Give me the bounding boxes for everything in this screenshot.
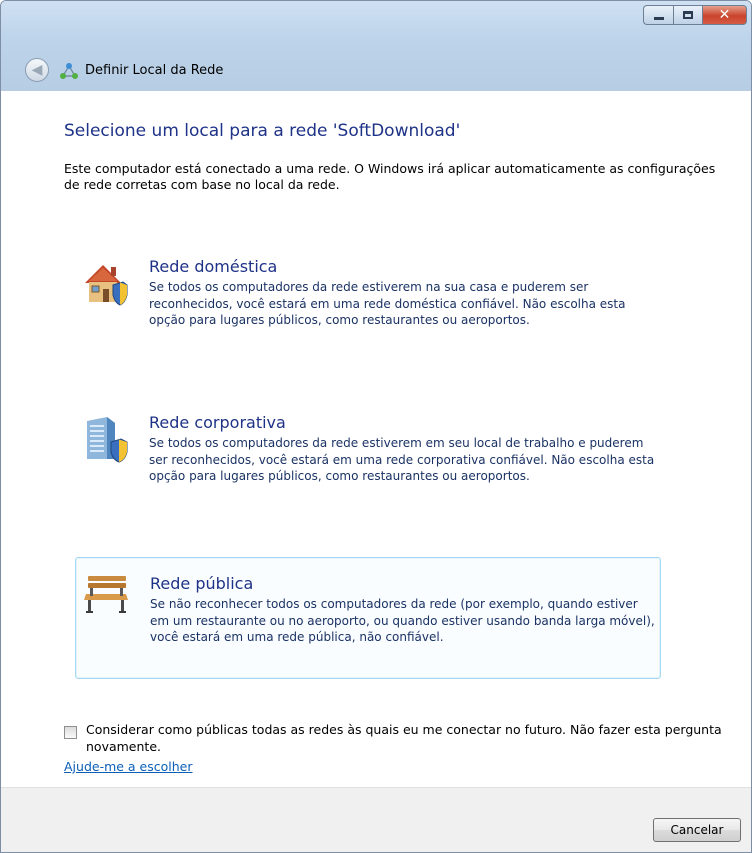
option-work-network[interactable]: Rede corporativa Se todos os computadore… xyxy=(75,411,661,491)
dialog-content: Selecione um local para a rede 'SoftDown… xyxy=(1,91,751,787)
network-icon xyxy=(60,63,78,79)
option-description: Se não reconhecer todos os computadores … xyxy=(150,597,655,644)
close-icon: ✕ xyxy=(718,7,731,23)
cancel-button[interactable]: Cancelar xyxy=(653,818,741,842)
maximize-icon xyxy=(683,11,693,19)
option-home-network[interactable]: Rede doméstica Se todos os computadores … xyxy=(75,255,661,335)
minimize-button[interactable] xyxy=(643,5,673,25)
intro-text: Este computador está conectado a uma red… xyxy=(64,161,716,192)
close-button[interactable]: ✕ xyxy=(703,5,747,25)
park-bench-icon xyxy=(84,576,128,613)
caption-buttons: ✕ xyxy=(643,5,747,25)
option-description: Se todos os computadores da rede estiver… xyxy=(149,436,655,483)
option-description: Se todos os computadores da rede estiver… xyxy=(149,280,626,327)
page-heading: Selecione um local para a rede 'SoftDown… xyxy=(64,121,461,141)
help-me-choose-link[interactable]: Ajude-me a escolher xyxy=(64,759,193,774)
house-icon xyxy=(85,265,128,306)
network-location-dialog: ✕ ◀ Definir Local da Rede Selecione um l… xyxy=(0,0,752,853)
dialog-footer: Cancelar xyxy=(1,787,751,852)
back-arrow-icon: ◀ xyxy=(31,62,43,78)
back-button[interactable]: ◀ xyxy=(25,58,49,82)
office-building-icon xyxy=(87,417,128,463)
option-title: Rede doméstica xyxy=(149,257,278,276)
option-public-network[interactable]: Rede pública Se não reconhecer todos os … xyxy=(75,557,661,679)
option-title: Rede corporativa xyxy=(149,413,286,432)
maximize-button[interactable] xyxy=(673,5,703,25)
window-title: Definir Local da Rede xyxy=(85,63,224,78)
future-networks-checkbox[interactable] xyxy=(64,726,77,739)
option-title: Rede pública xyxy=(150,574,254,593)
minimize-icon xyxy=(653,16,664,20)
checkbox-label[interactable]: Considerar como públicas todas as redes … xyxy=(86,721,726,755)
title-bar: ✕ ◀ Definir Local da Rede xyxy=(1,1,751,91)
